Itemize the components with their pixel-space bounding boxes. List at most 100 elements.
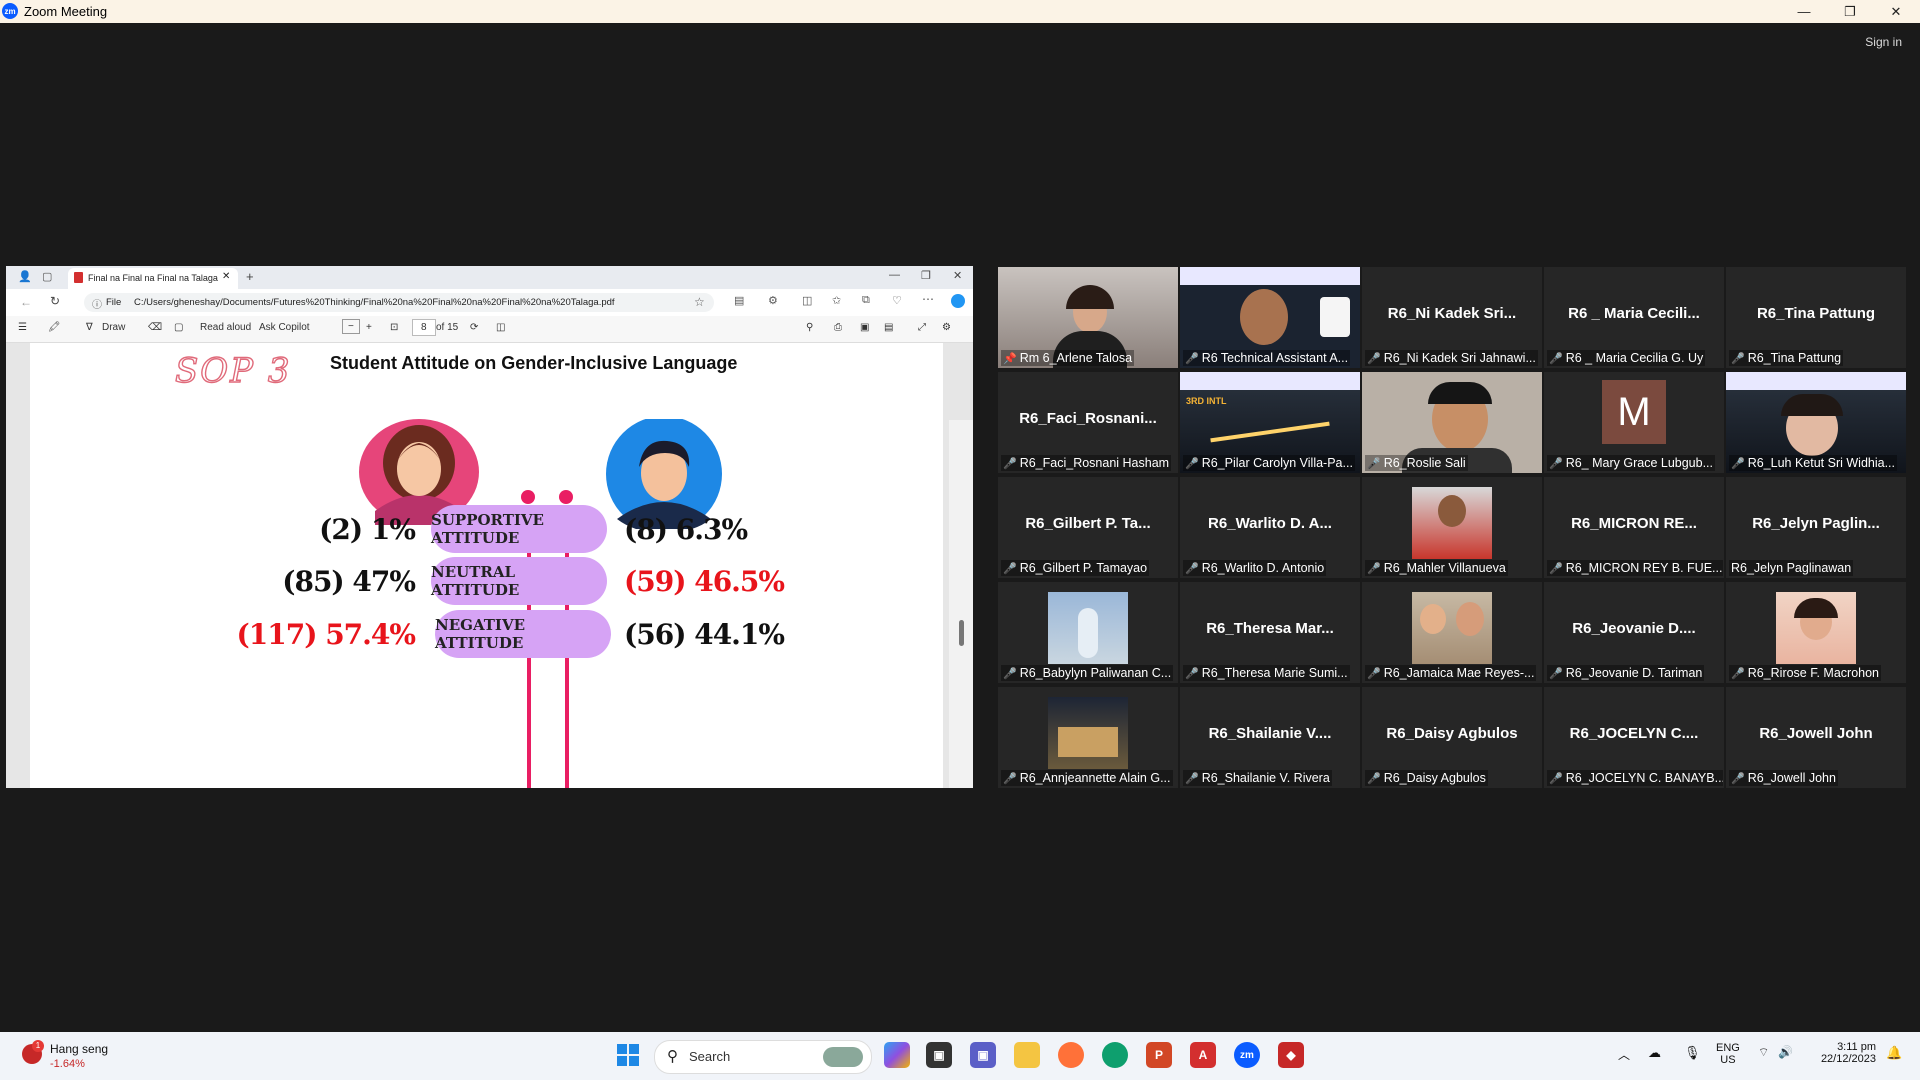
participant-tile[interactable]: R6_Shailanie V.... 🎤 R6_Shailanie V. River…	[1180, 687, 1360, 788]
participant-tile[interactable]: R6_Ni Kadek Sri... 🎤 R6_Ni Kadek Sri Jahna…	[1362, 267, 1542, 368]
url-field[interactable]: ⓘ File C:/Users/gheneshay/Documents/Futu…	[84, 293, 714, 312]
clock[interactable]: 3:11 pm 22/12/2023	[1810, 1041, 1876, 1065]
minimize-button[interactable]: —	[1781, 0, 1827, 23]
participant-tile[interactable]: 🎤 R6_Luh Ketut Sri Widhia...	[1726, 372, 1906, 473]
language-indicator[interactable]: ENG US	[1716, 1042, 1740, 1066]
eraser-icon[interactable]: ⌫	[148, 322, 162, 333]
tab-actions-icon[interactable]: ▢	[42, 270, 52, 283]
volume-icon[interactable]: 🔊	[1778, 1045, 1793, 1059]
microphone-icon[interactable]: 🎙	[1684, 1045, 1701, 1061]
page-view-icon[interactable]: ◫	[496, 322, 505, 333]
draw-button[interactable]: Draw	[102, 322, 125, 333]
split-screen-icon[interactable]: ◫	[802, 294, 812, 307]
file-explorer-icon[interactable]	[1014, 1042, 1040, 1068]
participant-tile[interactable]: 🎤 R6_Jamaica Mae Reyes-...	[1362, 582, 1542, 683]
more-icon[interactable]: ⋯	[922, 292, 934, 306]
draw-icon[interactable]: ∇	[86, 322, 93, 333]
notification-bell-icon[interactable]: 🔔	[1886, 1045, 1902, 1061]
zoom-out-button[interactable]: −	[342, 319, 360, 334]
maximize-button[interactable]: ❐	[1827, 0, 1873, 23]
participant-name: R6_Jamaica Mae Reyes-...	[1383, 666, 1535, 680]
participant-tile[interactable]: R6_Gilbert P. Ta... 🎤 R6_Gilbert P. Tamaya…	[998, 477, 1178, 578]
favorite-star-icon[interactable]: ☆	[694, 295, 705, 309]
browser-maximize-icon[interactable]: ❐	[921, 269, 931, 282]
back-icon[interactable]: ←	[20, 295, 32, 309]
participant-name: R6_Roslie Sali	[1383, 456, 1466, 470]
task-view-icon[interactable]: ▣	[926, 1042, 952, 1068]
participant-tile[interactable]: R6_Daisy Agbulos 🎤 R6_Daisy Agbulos	[1362, 687, 1542, 788]
browser-tab[interactable]: Final na Final na Final na Talaga.p ✕	[68, 268, 238, 289]
participant-tile[interactable]: 3RD INTL 🎤 R6_Pilar Carolyn Villa-Pa...	[1180, 372, 1360, 473]
security-app-icon[interactable]: ◆	[1278, 1042, 1304, 1068]
participant-tile[interactable]: 🎤 R6_Roslie Sali	[1362, 372, 1542, 473]
onedrive-icon[interactable]: ☁	[1648, 1045, 1661, 1061]
muted-mic-icon: 🎤	[1549, 668, 1563, 680]
participant-tile[interactable]: R6_Jeovanie D.... 🎤 R6_Jeovanie D. Tariman	[1544, 582, 1724, 683]
refresh-icon[interactable]: ↻	[50, 294, 60, 308]
browser-minimize-icon[interactable]: —	[889, 269, 900, 281]
save-icon[interactable]: ▣	[860, 322, 869, 333]
wifi-icon[interactable]: ⌔	[1758, 1045, 1769, 1060]
participant-tile[interactable]: R6_Jowell John 🎤 R6_Jowell John	[1726, 687, 1906, 788]
stock-name[interactable]: Hang seng	[50, 1042, 108, 1056]
participant-display-name: R6 _ Maria Cecili...	[1568, 305, 1700, 322]
fullscreen-icon[interactable]: ⤢	[918, 322, 926, 333]
rotate-icon[interactable]: ⟳	[470, 322, 478, 333]
ask-copilot-button[interactable]: Ask Copilot	[259, 322, 310, 333]
participant-tile[interactable]: M 🎤 R6_ Mary Grace Lubgub...	[1544, 372, 1724, 473]
browser-close-icon[interactable]: ✕	[953, 269, 962, 282]
print-icon[interactable]: ⎙	[834, 322, 842, 333]
participant-tile[interactable]: 🎤 R6_Babylyn Paliwanan C...	[998, 582, 1178, 683]
text-icon[interactable]: ▢	[174, 322, 183, 333]
app-icon[interactable]: ▤	[734, 294, 744, 307]
pdf-scrollbar[interactable]	[949, 420, 973, 788]
participant-tile[interactable]: R6_Jelyn Paglin... R6_Jelyn Paglinawan	[1726, 477, 1906, 578]
fit-page-icon[interactable]: ⊡	[390, 322, 398, 333]
extensions-icon[interactable]: ⚙	[768, 294, 778, 307]
participant-tile[interactable]: 📌 Rm 6_Arlene Talosa	[998, 267, 1178, 368]
copilot-taskbar-icon[interactable]	[884, 1042, 910, 1068]
read-aloud-button[interactable]: Read aloud	[200, 322, 251, 333]
zoom-in-button[interactable]: +	[366, 322, 372, 333]
zoom-taskbar-icon[interactable]: zm	[1234, 1042, 1260, 1068]
taskbar-search[interactable]: ⚲ Search	[654, 1040, 872, 1074]
participant-tile[interactable]: R6 _ Maria Cecili... 🎤 R6 _ Maria Cecilia …	[1544, 267, 1724, 368]
teams-icon[interactable]: ▣	[970, 1042, 996, 1068]
start-button[interactable]	[617, 1044, 639, 1066]
participant-name: R6 Technical Assistant A...	[1201, 351, 1349, 365]
profile-icon[interactable]: 👤	[18, 270, 32, 283]
favorites-icon[interactable]: ✩	[832, 294, 841, 307]
participant-name-label: 🎤 R6_Theresa Marie Sumi...	[1183, 665, 1350, 681]
edge-icon[interactable]	[1102, 1042, 1128, 1068]
close-tab-icon[interactable]: ✕	[222, 271, 230, 282]
participant-tile[interactable]: R6_MICRON RE... 🎤 R6_MICRON REY B. FUE...	[1544, 477, 1724, 578]
browser-essentials-icon[interactable]: ♡	[892, 294, 902, 307]
close-button[interactable]: ✕	[1873, 0, 1919, 23]
participant-tile[interactable]: 🎤 R6_Rirose F. Macrohon	[1726, 582, 1906, 683]
settings-icon[interactable]: ⚙	[942, 322, 951, 333]
participant-tile[interactable]: R6_Theresa Mar... 🎤 R6_Theresa Marie Sumi.…	[1180, 582, 1360, 683]
page-number-input[interactable]: 8	[412, 319, 436, 336]
show-hidden-icons-icon[interactable]: ︿	[1618, 1046, 1630, 1063]
participant-tile[interactable]: R6_Tina Pattung 🎤 R6_Tina Pattung	[1726, 267, 1906, 368]
scroll-thumb[interactable]	[959, 620, 964, 646]
contents-icon[interactable]: ☰	[18, 322, 27, 333]
collections-icon[interactable]: ⧉	[862, 294, 870, 307]
participant-tile[interactable]: R6_Warlito D. A... 🎤 R6_Warlito D. Antonio	[1180, 477, 1360, 578]
acrobat-icon[interactable]: A	[1190, 1042, 1216, 1068]
participant-name: R6_Annjeannette Alain G...	[1019, 771, 1171, 785]
participant-tile[interactable]: R6_JOCELYN C.... 🎤 R6_JOCELYN C. BANAYB...	[1544, 687, 1724, 788]
search-pdf-icon[interactable]: ⚲	[806, 322, 813, 333]
participant-tile[interactable]: 🎤 R6_Mahler Villanueva	[1362, 477, 1542, 578]
new-tab-icon[interactable]: +	[246, 269, 254, 284]
sign-in-button[interactable]: Sign in	[1865, 35, 1902, 49]
firefox-icon[interactable]	[1058, 1042, 1084, 1068]
participant-tile[interactable]: 🎤 R6_Annjeannette Alain G...	[998, 687, 1178, 788]
participant-tile[interactable]: R6_Faci_Rosnani... 🎤 R6_Faci_Rosnani Hasha…	[998, 372, 1178, 473]
save-as-icon[interactable]: ▤	[884, 322, 893, 333]
highlight-icon[interactable]: 🖍	[48, 322, 61, 333]
participant-tile[interactable]: 🎤 R6 Technical Assistant A...	[1180, 267, 1360, 368]
muted-mic-icon: 🎤	[1731, 458, 1745, 470]
powerpoint-icon[interactable]: P	[1146, 1042, 1172, 1068]
copilot-icon[interactable]	[951, 294, 965, 308]
